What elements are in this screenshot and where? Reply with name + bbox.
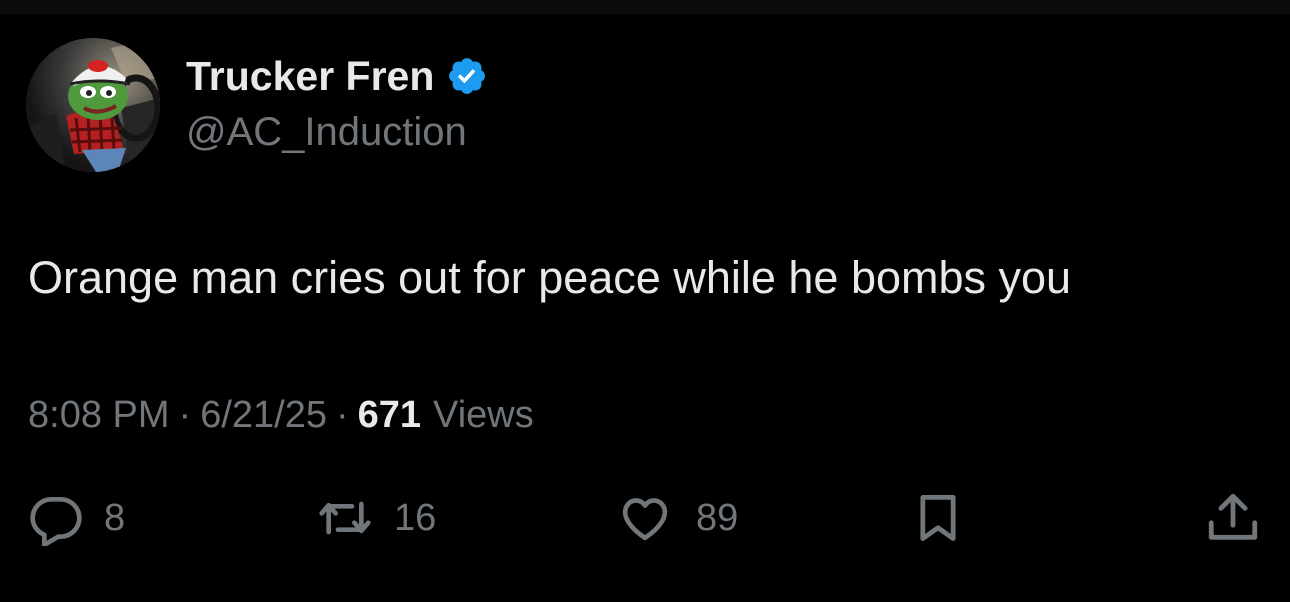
share-icon[interactable] [1204, 488, 1262, 548]
repost-count: 16 [394, 496, 437, 539]
like-count: 89 [696, 496, 739, 539]
verified-badge-icon[interactable] [446, 55, 488, 97]
reply-icon[interactable] [28, 490, 84, 546]
top-bar [0, 0, 1290, 14]
display-name-row[interactable]: Trucker Fren [186, 52, 488, 100]
reply-count: 8 [104, 496, 126, 539]
meta-separator: · [335, 394, 349, 436]
author-display-name[interactable]: Trucker Fren [186, 52, 434, 100]
reply-button[interactable]: 8 [28, 488, 125, 548]
like-icon[interactable] [614, 490, 676, 546]
like-button[interactable]: 89 [614, 488, 738, 548]
tweet-date[interactable]: 6/21/25 [200, 391, 327, 439]
share-button[interactable] [1204, 488, 1262, 548]
bookmark-button[interactable] [912, 488, 964, 548]
views-count[interactable]: 671 [358, 391, 421, 439]
tweet-time[interactable]: 8:08 PM [28, 391, 170, 439]
repost-button[interactable]: 16 [316, 488, 436, 548]
bookmark-icon[interactable] [912, 487, 964, 549]
avatar[interactable] [26, 38, 160, 172]
repost-icon[interactable] [316, 490, 374, 546]
views-label[interactable]: Views [433, 391, 534, 439]
author-handle[interactable]: @AC_Induction [186, 108, 467, 156]
meta-separator: · [178, 394, 192, 436]
tweet-meta: 8:08 PM · 6/21/25 · 671 Views [28, 391, 534, 439]
tweet-text: Orange man cries out for peace while he … [28, 252, 1072, 303]
